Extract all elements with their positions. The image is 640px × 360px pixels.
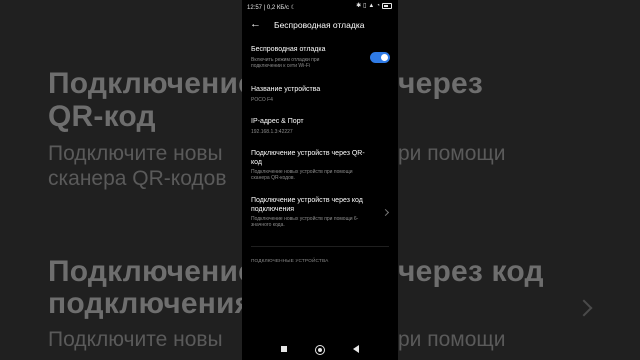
back-arrow-icon[interactable]: ← — [250, 18, 262, 30]
vibrate-icon: ▯ — [363, 3, 367, 9]
toggle-knob — [381, 54, 388, 61]
back-icon[interactable] — [353, 345, 359, 353]
setting-subtitle: Подключение новых устройств при помощи с… — [251, 169, 353, 181]
setting-wireless-debugging[interactable]: Беспроводная отладка Включить режим отла… — [251, 46, 389, 69]
setting-title: Подключение устройств через QR-код — [251, 150, 365, 166]
home-icon[interactable] — [315, 345, 325, 355]
wifi-icon: ◔ — [376, 3, 380, 9]
setting-value: 192.168.1.3:42227 — [251, 128, 293, 135]
battery-icon — [382, 3, 392, 9]
setting-title: Подключение устройств через код подключе… — [251, 197, 363, 213]
page-title: Беспроводная отладка — [274, 20, 365, 30]
setting-subtitle: Включить режим отладки при подключении к… — [251, 56, 320, 69]
bluetooth-icon: ✱ — [356, 3, 362, 9]
wireless-debugging-toggle[interactable] — [370, 52, 390, 63]
setting-subtitle: Подключение новых устройств при помощи 6… — [251, 216, 359, 228]
navigation-bar — [242, 340, 398, 360]
status-bar: 12:57 | 0,2 КБ/с ☾ ✱ ▯ ▲ ◔ — [242, 0, 398, 14]
signal-icon: ▲ — [368, 3, 375, 9]
setting-value: POCO F4 — [251, 96, 273, 103]
bg-line-1-right: через — [398, 67, 484, 100]
chevron-right-icon — [575, 299, 593, 317]
header: ← Беспроводная отладка — [242, 16, 398, 34]
setting-device-name[interactable]: Название устройства POCO F4 — [251, 86, 389, 103]
status-time-speed: 12:57 | 0,2 КБ/с ☾ — [247, 5, 297, 11]
bg-line-3-left: Подключите новы — [48, 142, 223, 165]
bg-line-2: QR-код — [48, 100, 156, 133]
setting-pair-qr[interactable]: Подключение устройств через QR-код Подкл… — [251, 150, 369, 181]
bg-line-5-left: Подключение — [48, 255, 255, 288]
status-icons: ✱ ▯ ▲ ◔ — [356, 3, 392, 9]
setting-title: IP-адрес & Порт — [251, 118, 304, 125]
recent-apps-icon[interactable] — [281, 346, 287, 352]
bg-line-7-right: ри помощи — [398, 328, 506, 351]
setting-ip-port[interactable]: IP-адрес & Порт 192.168.1.3:42227 — [251, 118, 389, 135]
setting-pair-code[interactable]: Подключение устройств через код подключе… — [251, 197, 379, 228]
bg-line-5-right: через код — [398, 255, 544, 288]
phone-screen: 12:57 | 0,2 КБ/с ☾ ✱ ▯ ▲ ◔ ← Беспроводна… — [242, 0, 398, 360]
paired-devices-section-label: ПОДКЛЮЧЕННЫЕ УСТРОЙСТВА — [251, 259, 329, 264]
bg-line-3-right: ри помощи — [398, 142, 506, 165]
setting-title: Беспроводная отладка — [251, 46, 326, 53]
setting-title: Название устройства — [251, 86, 321, 93]
bg-line-1-left: Подключение — [48, 67, 255, 100]
divider — [251, 246, 389, 247]
chevron-right-icon — [381, 208, 390, 217]
bg-line-4: сканера QR-кодов — [48, 167, 227, 190]
bg-line-7-left: Подключите новы — [48, 328, 223, 351]
bg-line-6: подключения — [48, 287, 253, 320]
